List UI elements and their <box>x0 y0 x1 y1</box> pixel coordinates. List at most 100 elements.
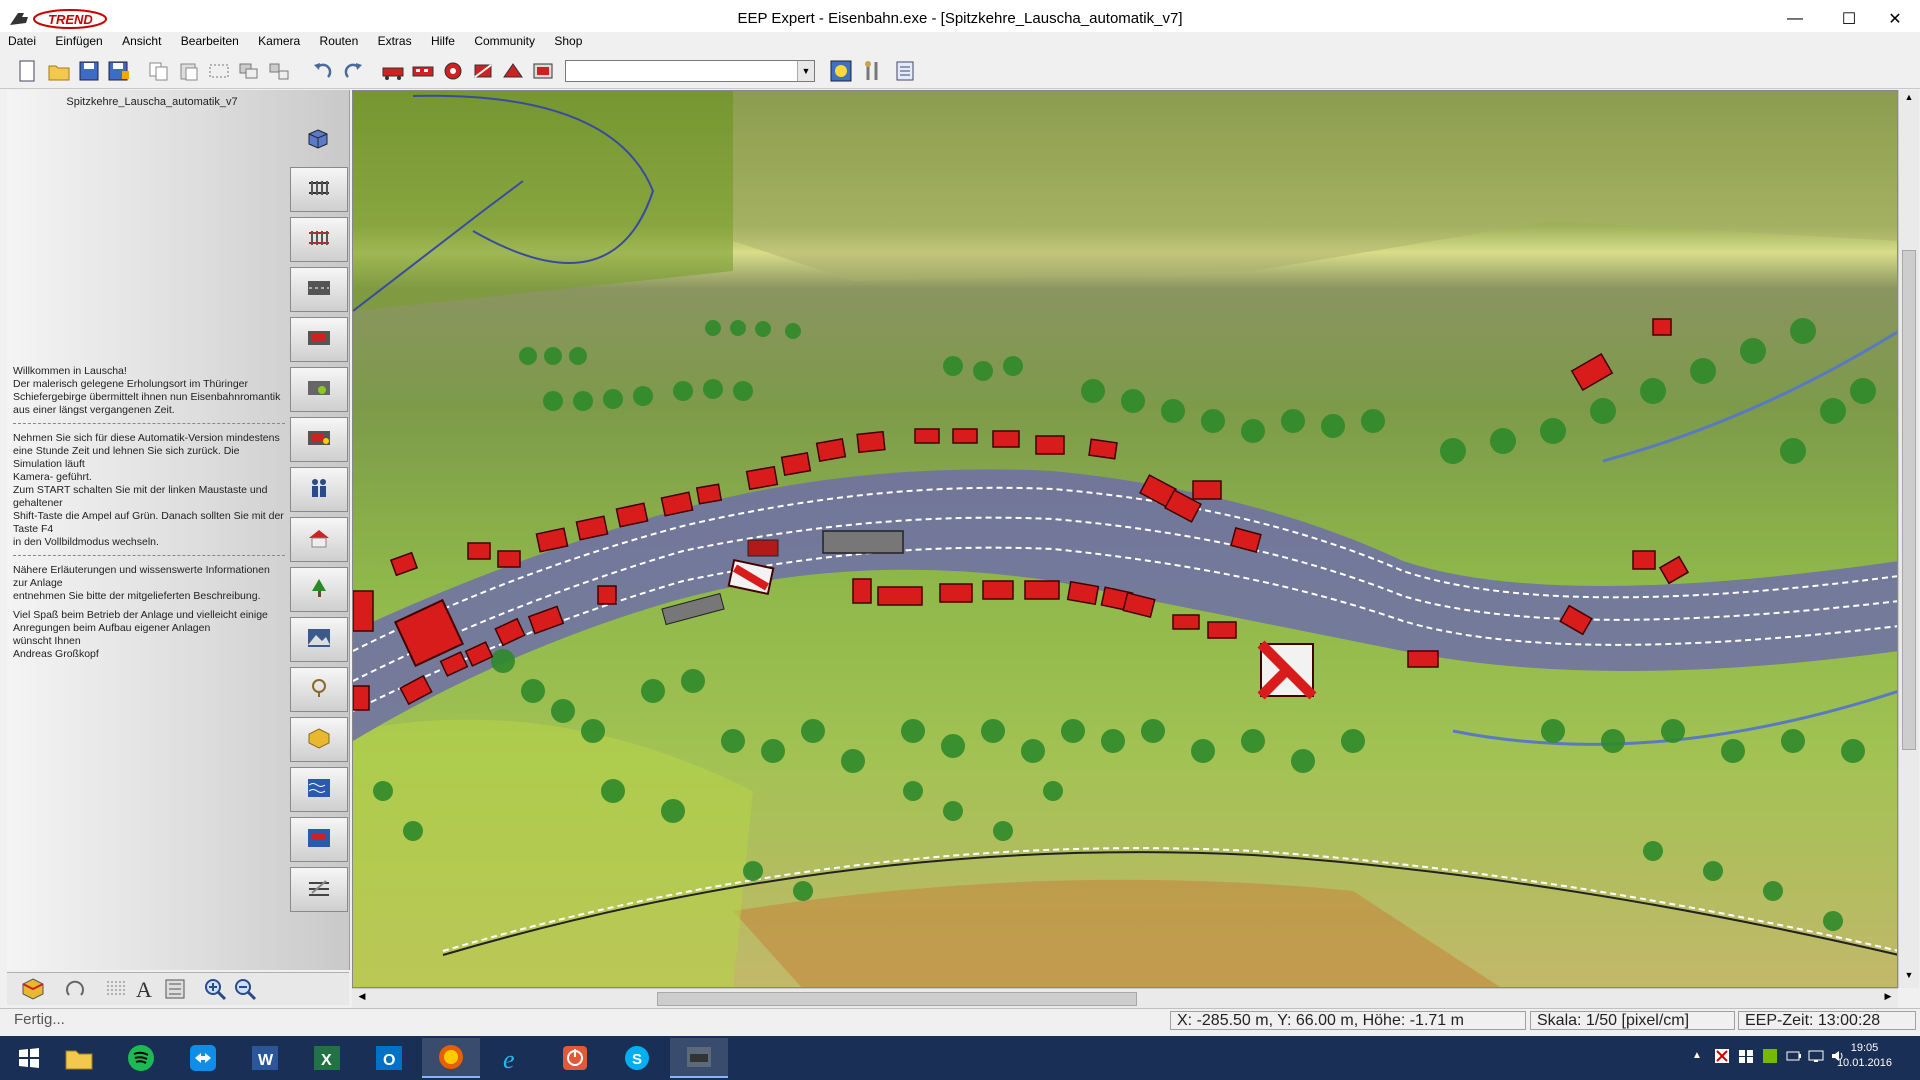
clock-time: 19:05 <box>1850 1042 1879 1054</box>
menu-bearbeiten[interactable]: Bearbeiten <box>173 32 247 50</box>
category-rail-track[interactable] <box>290 167 348 212</box>
signal-icon <box>306 428 332 451</box>
outlook-icon[interactable]: O <box>360 1038 418 1078</box>
vertical-scroll-thumb[interactable] <box>1902 250 1916 750</box>
category-water-route[interactable] <box>290 367 348 412</box>
category-cargo[interactable] <box>290 717 348 762</box>
category-people[interactable] <box>290 467 348 512</box>
chevron-up-icon[interactable]: ▲ <box>1692 1050 1702 1061</box>
power-icon[interactable] <box>546 1038 604 1078</box>
category-water-vehicle[interactable] <box>290 817 348 862</box>
track-tool-2-icon[interactable] <box>410 58 436 84</box>
status-bar: Fertig... X: -285.50 m, Y: 66.00 m, Höhe… <box>0 1008 1920 1033</box>
rotate-icon[interactable] <box>63 977 87 1004</box>
teamviewer-icon[interactable] <box>174 1038 232 1078</box>
track-tool-5-icon[interactable] <box>500 58 526 84</box>
layout-info-panel: Spitzkehre_Lauscha_automatik_v7 Willkomm… <box>7 90 350 970</box>
chevron-down-icon[interactable]: ▼ <box>797 61 814 81</box>
map-canvas[interactable] <box>353 91 1898 988</box>
menu-kamera[interactable]: Kamera <box>250 32 308 50</box>
ungroup-icon[interactable] <box>266 58 292 84</box>
vertical-scrollbar[interactable]: ▲ ▼ <box>1898 90 1919 988</box>
tray-nvidia-icon[interactable] <box>1762 1048 1778 1067</box>
tray-battery-icon[interactable] <box>1786 1048 1802 1067</box>
layer-select[interactable]: ▼ <box>565 60 815 82</box>
scroll-right-icon[interactable]: ▶ <box>1880 991 1896 1007</box>
menu-community[interactable]: Community <box>466 32 543 50</box>
menu-hilfe[interactable]: Hilfe <box>423 32 463 50</box>
horizontal-scrollbar[interactable]: ◀ ▶ <box>352 988 1898 1009</box>
new-file-icon[interactable] <box>14 58 40 84</box>
menu-einfuegen[interactable]: Einfügen <box>47 32 110 50</box>
tray-network-icon[interactable] <box>1808 1048 1824 1067</box>
category-track-object[interactable] <box>290 867 348 912</box>
menu-routen[interactable]: Routen <box>312 32 367 50</box>
menu-ansicht[interactable]: Ansicht <box>114 32 169 50</box>
tray-windows-icon[interactable] <box>1738 1048 1754 1067</box>
undo-icon[interactable] <box>310 58 336 84</box>
properties-icon[interactable] <box>892 58 918 84</box>
eep-icon[interactable] <box>670 1038 728 1078</box>
category-tree[interactable] <box>290 567 348 612</box>
grid-icon[interactable] <box>105 977 129 1004</box>
menu-shop[interactable]: Shop <box>546 32 590 50</box>
excel-icon[interactable]: X <box>298 1038 356 1078</box>
divider <box>13 423 285 424</box>
measure-icon[interactable] <box>163 977 187 1004</box>
3d-cube-icon[interactable] <box>307 128 329 153</box>
objects-icon[interactable] <box>21 977 45 1004</box>
toolbar <box>0 54 1920 89</box>
menu-bar: Datei Einfügen Ansicht Bearbeiten Kamera… <box>0 32 1920 52</box>
menu-datei[interactable]: Datei <box>0 32 44 50</box>
track-tool-4-icon[interactable] <box>470 58 496 84</box>
category-signal[interactable] <box>290 417 348 462</box>
status-text: Fertig... <box>14 1011 65 1028</box>
layout-map-view[interactable] <box>352 90 1898 988</box>
group-icon[interactable] <box>236 58 262 84</box>
word-icon[interactable]: W <box>236 1038 294 1078</box>
system-clock[interactable]: 19:05 10.01.2016 <box>1837 1041 1892 1071</box>
redo-icon[interactable] <box>340 58 366 84</box>
copy-icon[interactable] <box>146 58 172 84</box>
scroll-down-icon[interactable]: ▼ <box>1901 970 1917 986</box>
track-tool-6-icon[interactable] <box>530 58 556 84</box>
tray-flag-icon[interactable] <box>1714 1048 1730 1067</box>
tram-track-icon <box>306 228 332 251</box>
category-road[interactable] <box>290 267 348 312</box>
category-goods[interactable] <box>290 667 348 712</box>
skype-icon[interactable]: S <box>608 1038 666 1078</box>
select-icon[interactable] <box>206 58 232 84</box>
firefox-icon[interactable] <box>422 1038 480 1078</box>
scroll-up-icon[interactable]: ▲ <box>1901 92 1917 108</box>
open-folder-icon[interactable] <box>46 58 72 84</box>
category-landscape[interactable] <box>290 617 348 662</box>
map-scale: Skala: 1/50 [pixel/cm] <box>1530 1011 1735 1030</box>
track-tool-3-icon[interactable] <box>440 58 466 84</box>
category-building[interactable] <box>290 517 348 562</box>
tools-icon[interactable] <box>860 58 886 84</box>
spotify-icon[interactable] <box>112 1038 170 1078</box>
water-vehicle-icon <box>306 827 332 852</box>
scroll-left-icon[interactable]: ◀ <box>354 991 370 1007</box>
category-tram-track[interactable] <box>290 217 348 262</box>
track-object-icon <box>306 877 332 902</box>
editor-tools-bar: A <box>7 972 349 1005</box>
svg-text:W: W <box>258 1052 274 1069</box>
text-icon[interactable]: A <box>133 977 157 1004</box>
save-icon[interactable] <box>76 58 102 84</box>
light-icon[interactable] <box>828 58 854 84</box>
zoom-out-icon[interactable] <box>233 977 257 1004</box>
internet-explorer-icon[interactable]: e <box>484 1038 542 1078</box>
svg-text:A: A <box>136 977 152 1001</box>
horizontal-scroll-thumb[interactable] <box>657 992 1137 1006</box>
save-as-icon[interactable] <box>106 58 132 84</box>
goods-icon <box>306 677 332 702</box>
paste-icon[interactable] <box>176 58 202 84</box>
category-water[interactable] <box>290 767 348 812</box>
track-tool-1-icon[interactable] <box>380 58 406 84</box>
menu-extras[interactable]: Extras <box>370 32 420 50</box>
category-road-vehicle[interactable] <box>290 317 348 362</box>
layout-name: Spitzkehre_Lauscha_automatik_v7 <box>66 96 238 108</box>
zoom-in-icon[interactable] <box>203 977 227 1004</box>
file-explorer-icon[interactable] <box>50 1038 108 1078</box>
